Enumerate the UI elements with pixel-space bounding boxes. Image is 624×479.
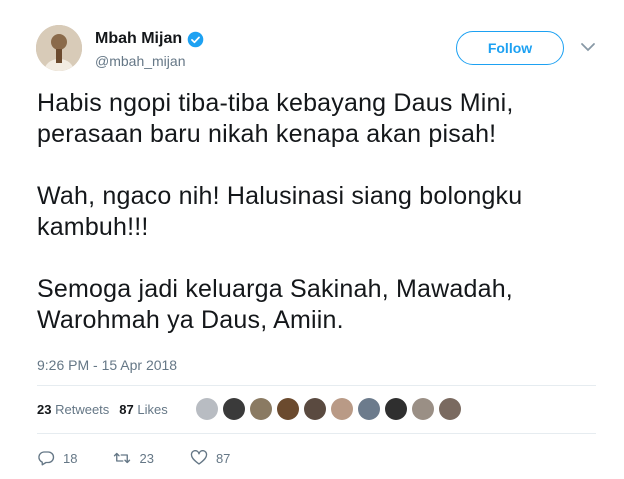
like-count: 87 <box>215 450 231 466</box>
retweet-button[interactable]: 23 <box>113 450 154 466</box>
liker-avatar[interactable] <box>439 398 461 420</box>
retweets-label: Retweets <box>55 402 110 417</box>
divider <box>37 385 596 386</box>
user-handle[interactable]: @mbah_mijan <box>95 53 185 69</box>
retweet-count: 23 <box>139 450 154 466</box>
profile-photo-icon <box>36 25 82 71</box>
chevron-down-icon[interactable] <box>580 41 596 53</box>
retweets-stat[interactable]: 23 Retweets <box>37 402 109 417</box>
retweets-count: 23 <box>37 402 52 417</box>
liker-avatar[interactable] <box>358 398 380 420</box>
reply-count: 18 <box>63 450 78 466</box>
likes-count: 87 <box>119 402 134 417</box>
liker-avatar[interactable] <box>304 398 326 420</box>
display-name[interactable]: Mbah Mijan <box>95 30 204 48</box>
tweet-paragraph: Habis ngopi tiba-tiba kebayang Daus Mini… <box>37 89 514 148</box>
verified-badge-icon <box>187 31 204 47</box>
tweet-text: Habis ngopi tiba-tiba kebayang Daus Mini… <box>37 88 597 367</box>
heart-icon <box>190 450 208 465</box>
divider <box>37 433 596 434</box>
like-button[interactable]: 87 <box>190 450 230 466</box>
tweet-timestamp[interactable]: 9:26 PM - 15 Apr 2018 <box>37 357 177 373</box>
tweet-paragraph: Semoga jadi keluarga Sakinah, Mawadah, W… <box>37 275 513 334</box>
reply-icon <box>38 451 55 466</box>
likes-label: Likes <box>137 402 168 417</box>
liker-avatar[interactable] <box>331 398 353 420</box>
reply-button[interactable]: 18 <box>37 450 77 466</box>
likes-stat[interactable]: 87 Likes <box>119 402 167 417</box>
display-name-text: Mbah Mijan <box>95 30 183 47</box>
liker-avatar[interactable] <box>223 398 245 420</box>
tweet-paragraph: Wah, ngaco nih! Halusinasi siang bolongk… <box>37 182 523 241</box>
engagement-stats: 23 Retweets 87 Likes <box>37 402 168 417</box>
follow-button[interactable]: Follow <box>456 31 564 65</box>
liker-avatars <box>196 398 461 420</box>
liker-avatar[interactable] <box>250 398 272 420</box>
liker-avatar[interactable] <box>277 398 299 420</box>
avatar[interactable] <box>36 25 82 71</box>
liker-avatar[interactable] <box>196 398 218 420</box>
tweet-actions: 18 23 87 <box>37 450 266 466</box>
liker-avatar[interactable] <box>412 398 434 420</box>
liker-avatar[interactable] <box>385 398 407 420</box>
retweet-icon <box>114 452 131 464</box>
